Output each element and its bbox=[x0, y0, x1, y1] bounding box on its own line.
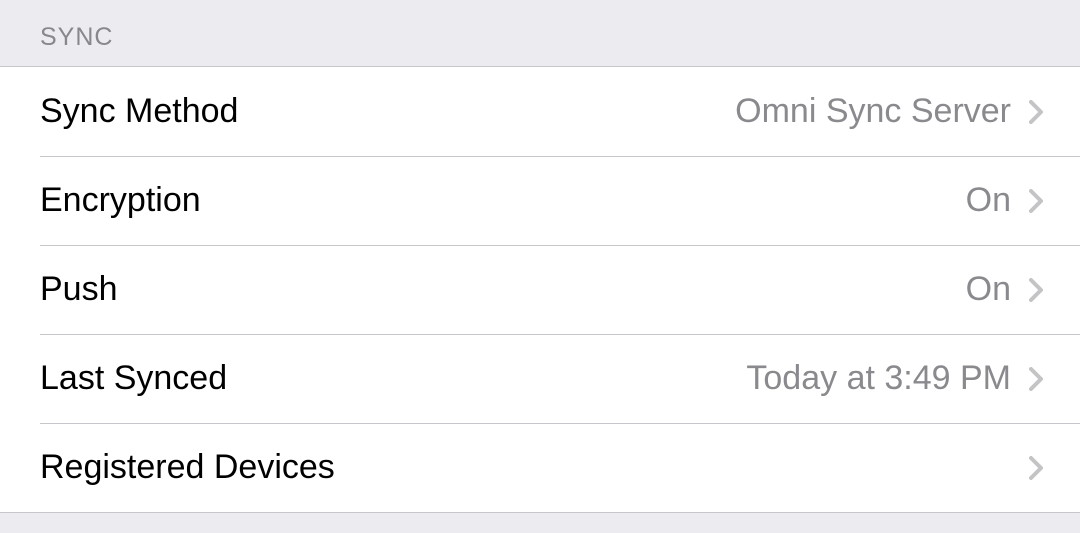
row-value: Today at 3:49 PM bbox=[746, 359, 1011, 398]
chevron-right-icon bbox=[1029, 278, 1044, 302]
row-label: Registered Devices bbox=[40, 448, 1011, 487]
row-label: Sync Method bbox=[40, 92, 735, 131]
row-sync-method[interactable]: Sync Method Omni Sync Server bbox=[0, 67, 1080, 156]
row-value: On bbox=[966, 181, 1011, 220]
chevron-right-icon bbox=[1029, 189, 1044, 213]
settings-list-sync: Sync Method Omni Sync Server Encryption … bbox=[0, 66, 1080, 513]
chevron-right-icon bbox=[1029, 456, 1044, 480]
row-value: On bbox=[966, 270, 1011, 309]
section-header-label: SYNC bbox=[40, 23, 113, 51]
row-encryption[interactable]: Encryption On bbox=[0, 156, 1080, 245]
row-label: Last Synced bbox=[40, 359, 746, 398]
row-push[interactable]: Push On bbox=[0, 245, 1080, 334]
row-last-synced[interactable]: Last Synced Today at 3:49 PM bbox=[0, 334, 1080, 423]
row-label: Encryption bbox=[40, 181, 966, 220]
chevron-right-icon bbox=[1029, 100, 1044, 124]
row-label: Push bbox=[40, 270, 966, 309]
chevron-right-icon bbox=[1029, 367, 1044, 391]
row-registered-devices[interactable]: Registered Devices bbox=[0, 423, 1080, 512]
row-value: Omni Sync Server bbox=[735, 92, 1011, 131]
section-header-sync: SYNC bbox=[0, 0, 1080, 66]
